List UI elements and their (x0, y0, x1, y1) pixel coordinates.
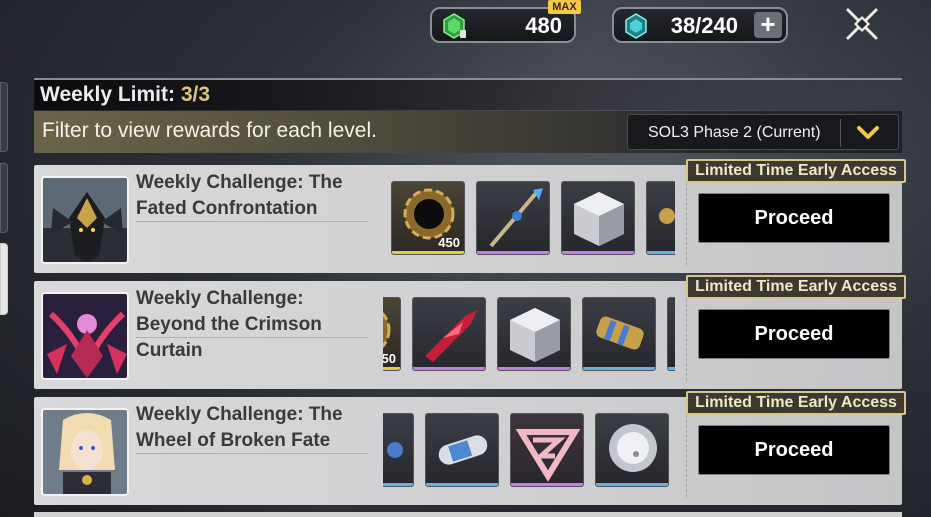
challenge-title: Weekly Challenge: Beyond the Crimson Cur… (136, 288, 322, 361)
separator (686, 405, 687, 497)
reward-gear-item[interactable]: 450 (391, 181, 465, 255)
rarity-bar (413, 367, 485, 370)
rarity-bar (562, 251, 634, 254)
reward-emblem-item[interactable] (510, 413, 584, 487)
proceed-button[interactable]: Proceed (698, 425, 890, 475)
title-rule (136, 221, 368, 222)
rarity-bar (498, 367, 570, 370)
rarity-bar (477, 251, 549, 254)
dropdown-separator (840, 119, 841, 147)
rarity-bar (668, 367, 675, 370)
challenge-title: Weekly Challenge: The Wheel of Broken Fa… (136, 404, 343, 451)
rarity-bar (392, 251, 464, 254)
reward-staff-item[interactable] (476, 181, 550, 255)
reward-cube-item[interactable] (497, 297, 571, 371)
reward-capsule-item[interactable] (425, 413, 499, 487)
weekly-limit-label: Weekly Limit: (40, 83, 181, 106)
rarity-bar (383, 367, 400, 370)
dropdown-value: SOL3 Phase 2 (Current) (648, 124, 821, 141)
coil-icon (387, 442, 403, 458)
add-crystal-button[interactable]: + (754, 11, 782, 38)
challenge-title: Weekly Challenge: The Fated Confrontatio… (136, 172, 343, 219)
early-access-badge: Limited Time Early Access (686, 391, 906, 415)
reward-list: 450 (383, 181, 675, 257)
cube-icon (510, 308, 560, 362)
rarity-bar (426, 483, 498, 486)
filter-hint: Filter to view rewards for each level. (42, 119, 377, 142)
chevron-down-icon (857, 126, 879, 139)
side-tab[interactable] (0, 163, 8, 233)
capsule-icon (438, 435, 488, 465)
coil-icon (596, 316, 644, 350)
reward-partial-item[interactable] (383, 413, 414, 487)
proceed-button[interactable]: Proceed (698, 193, 890, 243)
early-access-badge: Limited Time Early Access (686, 275, 906, 299)
crimson-shard-icon (425, 310, 477, 362)
max-badge: MAX (548, 0, 581, 14)
early-access-badge: Limited Time Early Access (686, 159, 906, 183)
blue-crystal-icon (625, 13, 647, 39)
coil-icon (659, 208, 675, 224)
rarity-bar (511, 483, 583, 486)
staff-icon (489, 188, 543, 248)
level-dropdown[interactable]: SOL3 Phase 2 (Current) (627, 114, 899, 150)
reward-cube-item[interactable] (561, 181, 635, 255)
reward-partial-item[interactable] (667, 297, 675, 371)
reward-list: 50 (383, 297, 675, 373)
reward-quantity: 50 (383, 351, 396, 366)
crystal-resource: 38/240 + (612, 7, 788, 43)
filter-bar: Filter to view rewards for each level. S… (34, 111, 902, 153)
reward-partial-item[interactable]: 50 (383, 297, 401, 371)
next-card-edge (34, 512, 902, 517)
rarity-bar (583, 367, 655, 370)
emblem-icon (515, 429, 581, 482)
separator (686, 173, 687, 265)
weekly-limit: Weekly Limit: 3/3 (34, 80, 902, 110)
reward-list (383, 413, 675, 489)
close-icon[interactable] (844, 6, 880, 42)
rarity-bar (596, 483, 668, 486)
stamina-value: 480 (525, 13, 562, 38)
bowl-icon (609, 424, 657, 472)
reward-coil-item[interactable] (582, 297, 656, 371)
side-tab-active[interactable] (0, 243, 8, 315)
side-tab[interactable] (0, 82, 8, 152)
challenge-card: Weekly Challenge: The Wheel of Broken Fa… (34, 391, 906, 505)
proceed-button[interactable]: Proceed (698, 309, 890, 359)
cube-icon (574, 192, 624, 246)
reward-partial-item[interactable] (646, 181, 675, 255)
weekly-limit-count: 3/3 (180, 83, 211, 106)
separator (686, 289, 687, 381)
green-crystal-icon (443, 13, 466, 39)
reward-crimson-shard-item[interactable] (412, 297, 486, 371)
crystal-value: 38/240 (670, 13, 738, 38)
challenge-card: Weekly Challenge: The Fated Confrontatio… (34, 159, 906, 273)
boss-portrait (41, 176, 129, 264)
boss-portrait (41, 408, 129, 496)
reward-bowl-item[interactable] (595, 413, 669, 487)
rarity-bar (647, 251, 675, 254)
title-rule (136, 453, 368, 454)
challenge-card: Weekly Challenge: Beyond the Crimson Cur… (34, 275, 906, 389)
reward-quantity: 450 (438, 235, 460, 250)
boss-portrait (41, 292, 129, 380)
rarity-bar (383, 483, 413, 486)
title-rule (136, 337, 368, 338)
